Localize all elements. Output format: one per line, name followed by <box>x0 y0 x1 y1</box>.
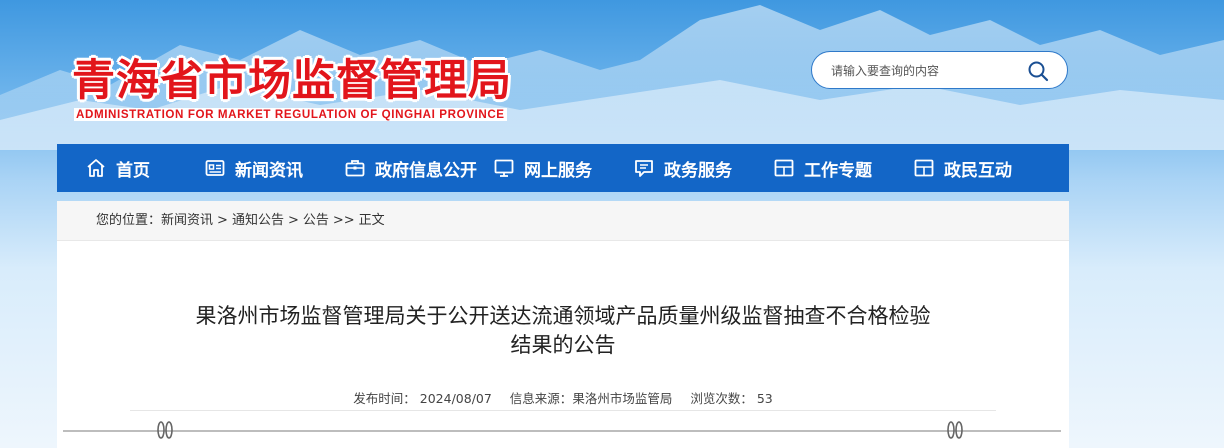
binder-ring-icon <box>157 421 173 439</box>
publish-time-label: 发布时间： <box>353 391 416 406</box>
nav-item-home[interactable]: 首页 <box>85 144 150 192</box>
info-source-label: 信息来源： <box>509 391 573 406</box>
nav-item-interaction[interactable]: 政民互动 <box>913 144 1012 192</box>
layout-icon <box>774 159 794 177</box>
breadcrumb-link-notices[interactable]: 通知公告 <box>232 213 284 228</box>
monitor-icon <box>494 159 514 177</box>
binder-ring-icon <box>947 421 963 439</box>
site-logo-subtitle: ADMINISTRATION FOR MARKET REGULATION OF … <box>74 108 507 121</box>
meta-divider <box>130 410 996 411</box>
nav-item-label: 政府信息公开 <box>375 160 477 181</box>
nav-item-news[interactable]: 新闻资讯 <box>204 144 303 192</box>
breadcrumb-current: 正文 <box>358 213 385 228</box>
breadcrumb-separator: > <box>287 213 299 228</box>
nav-item-label: 网上服务 <box>524 160 592 181</box>
view-count-label: 浏览次数： <box>690 391 753 406</box>
search-box <box>811 51 1068 89</box>
breadcrumb: 您的位置：新闻资讯 > 通知公告 > 公告 >> 正文 <box>57 201 1069 241</box>
article-title-line: 果洛州市场监督管理局关于公开送达流通领域产品质量州级监督抽查不合格检验 <box>195 304 931 328</box>
article-title: 果洛州市场监督管理局关于公开送达流通领域产品质量州级监督抽查不合格检验 结果的公… <box>117 302 1009 360</box>
breadcrumb-separator: > <box>217 213 228 228</box>
nav-item-label: 政务服务 <box>664 160 732 181</box>
breadcrumb-separator: >> <box>332 213 355 228</box>
nav-item-gov-service[interactable]: 政务服务 <box>633 144 732 192</box>
article-title-line: 结果的公告 <box>510 333 616 357</box>
nav-item-label: 新闻资讯 <box>235 160 303 181</box>
search-icon[interactable] <box>1027 60 1049 82</box>
nav-item-gov-info[interactable]: 政府信息公开 <box>344 144 477 192</box>
news-icon <box>205 160 225 176</box>
view-count: 浏览次数： 53 <box>690 391 772 406</box>
breadcrumb-link-announcements[interactable]: 公告 <box>303 213 329 228</box>
main-nav: 首页 新闻资讯 政府信息公开 网上服务 政务服务 工作专题 政民互动 <box>57 144 1069 192</box>
info-source: 信息来源：果洛州市场监管局 <box>510 391 673 406</box>
chat-icon <box>635 160 653 177</box>
nav-item-online-service[interactable]: 网上服务 <box>493 144 592 192</box>
view-count-value: 53 <box>756 391 773 406</box>
article-meta: 发布时间： 2024/08/07 信息来源：果洛州市场监管局 浏览次数： 53 <box>57 388 1069 407</box>
nav-item-label: 首页 <box>116 160 150 181</box>
search-input[interactable] <box>829 61 1023 81</box>
nav-item-work-topics[interactable]: 工作专题 <box>773 144 872 192</box>
nav-item-label: 工作专题 <box>804 160 872 181</box>
breadcrumb-prefix: 您的位置： <box>96 213 162 228</box>
info-source-value: 果洛州市场监管局 <box>572 391 673 406</box>
home-icon <box>87 159 105 177</box>
site-logo-title[interactable]: 青海省市场监督管理局 <box>72 46 512 108</box>
breadcrumb-link-news[interactable]: 新闻资讯 <box>161 213 213 228</box>
nav-item-label: 政民互动 <box>944 160 1012 181</box>
binder-rail <box>63 430 1061 432</box>
publish-time: 发布时间： 2024/08/07 <box>353 391 492 406</box>
layout-icon <box>914 159 934 177</box>
article-container: 您的位置：新闻资讯 > 通知公告 > 公告 >> 正文 果洛州市场监督管理局关于公开送达流通… <box>57 201 1069 448</box>
publish-time-value: 2024/08/07 <box>419 391 492 406</box>
briefcase-icon <box>345 160 365 177</box>
